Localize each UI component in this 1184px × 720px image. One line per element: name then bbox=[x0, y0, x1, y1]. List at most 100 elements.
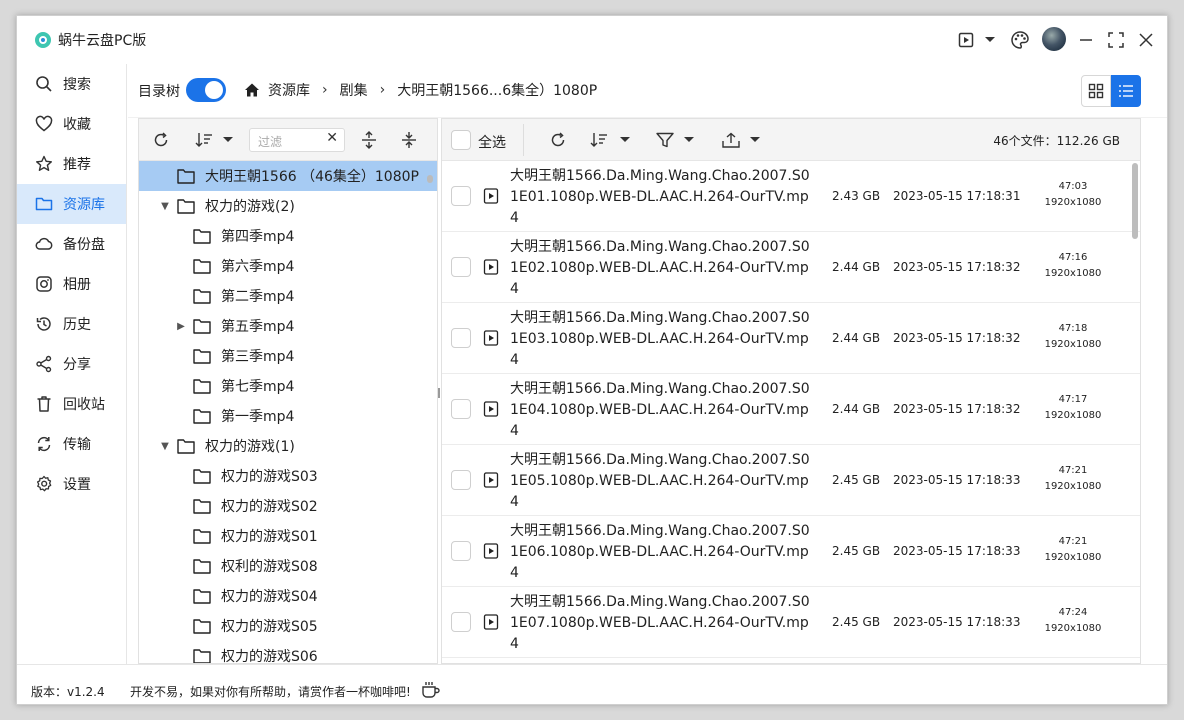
file-row[interactable]: 大明王朝1566.Da.Ming.Wang.Chao.2007.S01E07.1… bbox=[442, 587, 1140, 658]
row-checkbox[interactable] bbox=[451, 399, 471, 419]
palette-icon[interactable] bbox=[1008, 28, 1032, 52]
filter-placeholder: 过滤 bbox=[258, 135, 283, 149]
tree-row[interactable]: 第七季mp4 bbox=[139, 371, 437, 401]
tree-row[interactable]: 权力的游戏S03 bbox=[139, 461, 437, 491]
tree-row[interactable]: 第四季mp4 bbox=[139, 221, 437, 251]
filter-icon[interactable] bbox=[656, 129, 674, 151]
caret-down-icon[interactable]: ▼ bbox=[159, 201, 171, 212]
view-switch bbox=[1081, 75, 1141, 107]
play-window-icon[interactable] bbox=[954, 28, 978, 52]
file-name[interactable]: 大明王朝1566.Da.Ming.Wang.Chao.2007.S01E05.1… bbox=[510, 450, 810, 513]
caret-down-icon[interactable]: ▼ bbox=[159, 441, 171, 452]
tree-scrollbar[interactable] bbox=[427, 175, 433, 183]
row-checkbox[interactable] bbox=[451, 328, 471, 348]
sidebar-item-transfer[interactable]: 传输 bbox=[17, 424, 126, 464]
sidebar-item-history[interactable]: 历史 bbox=[17, 304, 126, 344]
close-icon[interactable] bbox=[1134, 28, 1158, 52]
tree-toggle-switch[interactable] bbox=[186, 78, 226, 102]
chevron-down-icon[interactable] bbox=[750, 129, 760, 151]
breadcrumb-item-library[interactable]: 资源库 bbox=[268, 80, 310, 100]
row-checkbox[interactable] bbox=[451, 186, 471, 206]
app-window: 蜗牛云盘PC版 搜索 收藏 推荐 资源库 备份盘 相册 历史 分享 回收站 传输… bbox=[16, 15, 1168, 705]
expand-all-icon[interactable] bbox=[361, 129, 377, 151]
breadcrumb-item-series[interactable]: 剧集 bbox=[340, 80, 368, 100]
file-name[interactable]: 大明王朝1566.Da.Ming.Wang.Chao.2007.S01E03.1… bbox=[510, 308, 810, 371]
folder-icon bbox=[177, 169, 195, 184]
breadcrumb: 资源库 › 剧集 › 大明王朝1566...6集全）1080P bbox=[244, 80, 597, 100]
tree-row[interactable]: ▶ 第五季mp4 bbox=[139, 311, 437, 341]
tree-row[interactable]: 权力的游戏S02 bbox=[139, 491, 437, 521]
sidebar-item-share[interactable]: 分享 bbox=[17, 344, 126, 384]
file-media-info: 47:03 1920x1080 bbox=[1037, 179, 1109, 211]
chevron-down-icon[interactable] bbox=[620, 129, 630, 151]
home-icon[interactable] bbox=[244, 82, 260, 98]
file-date: 2023-05-15 17:18:33 bbox=[893, 473, 1021, 487]
file-resolution: 1920x1080 bbox=[1044, 552, 1102, 563]
file-list-panel: 全选 46个文件：112.26 GB 大明王朝1566.Da.Ming.Wang… bbox=[441, 118, 1141, 664]
divider bbox=[523, 124, 524, 156]
row-checkbox[interactable] bbox=[451, 612, 471, 632]
row-checkbox[interactable] bbox=[451, 541, 471, 561]
tree-row[interactable]: 第一季mp4 bbox=[139, 401, 437, 431]
grid-view-button[interactable] bbox=[1081, 75, 1111, 107]
file-row[interactable]: 大明王朝1566.Da.Ming.Wang.Chao.2007.S01E04.1… bbox=[442, 374, 1140, 445]
sidebar-item-album[interactable]: 相册 bbox=[17, 264, 126, 304]
select-all-checkbox[interactable] bbox=[451, 130, 471, 150]
sidebar-item-search[interactable]: 搜索 bbox=[17, 64, 126, 104]
sidebar-item-library[interactable]: 资源库 bbox=[17, 184, 126, 224]
sidebar-item-trash[interactable]: 回收站 bbox=[17, 384, 126, 424]
clear-filter-icon[interactable]: ✕ bbox=[326, 130, 338, 146]
refresh-icon[interactable] bbox=[153, 129, 169, 151]
tree-row[interactable]: 第六季mp4 bbox=[139, 251, 437, 281]
tree-row[interactable]: 权力的游戏S01 bbox=[139, 521, 437, 551]
avatar[interactable] bbox=[1042, 27, 1066, 51]
tree-row[interactable]: 权力的游戏S06 bbox=[139, 641, 437, 663]
tree-row[interactable]: 权利的游戏S08 bbox=[139, 551, 437, 581]
refresh-icon[interactable] bbox=[550, 129, 566, 151]
main-area: 目录树 资源库 › 剧集 › 大明王朝1566...6集全）1080P 过滤 ✕… bbox=[128, 64, 1167, 664]
file-row[interactable]: 大明王朝1566.Da.Ming.Wang.Chao.2007.S01E01.1… bbox=[442, 161, 1140, 232]
file-row[interactable]: 大明王朝1566.Da.Ming.Wang.Chao.2007.S01E05.1… bbox=[442, 445, 1140, 516]
list-view-button[interactable] bbox=[1111, 75, 1141, 107]
folder-icon bbox=[193, 619, 211, 634]
minimize-icon[interactable] bbox=[1074, 28, 1098, 52]
sidebar-item-backup[interactable]: 备份盘 bbox=[17, 224, 126, 264]
breadcrumb-item-current[interactable]: 大明王朝1566...6集全）1080P bbox=[397, 80, 597, 100]
file-name[interactable]: 大明王朝1566.Da.Ming.Wang.Chao.2007.S01E06.1… bbox=[510, 521, 810, 584]
coffee-icon[interactable] bbox=[421, 681, 441, 702]
file-name[interactable]: 大明王朝1566.Da.Ming.Wang.Chao.2007.S01E04.1… bbox=[510, 379, 810, 442]
file-row[interactable]: 大明王朝1566.Da.Ming.Wang.Chao.2007.S01E06.1… bbox=[442, 516, 1140, 587]
file-name[interactable]: 大明王朝1566.Da.Ming.Wang.Chao.2007.S01E02.1… bbox=[510, 237, 810, 300]
sort-icon[interactable] bbox=[195, 129, 213, 151]
file-list-scrollbar[interactable] bbox=[1132, 163, 1138, 239]
select-all-label[interactable]: 全选 bbox=[478, 132, 506, 152]
tree-row[interactable]: 大明王朝1566 （46集全）1080P bbox=[139, 161, 437, 191]
tree-filter-input[interactable]: 过滤 ✕ bbox=[249, 128, 345, 152]
chevron-down-icon[interactable] bbox=[684, 129, 694, 151]
file-name[interactable]: 大明王朝1566.Da.Ming.Wang.Chao.2007.S01E01.1… bbox=[510, 166, 810, 229]
file-row[interactable]: 大明王朝1566.Da.Ming.Wang.Chao.2007.S01E02.1… bbox=[442, 232, 1140, 303]
sidebar-item-favorites[interactable]: 收藏 bbox=[17, 104, 126, 144]
row-checkbox[interactable] bbox=[451, 470, 471, 490]
caret-right-icon[interactable]: ▶ bbox=[175, 321, 187, 332]
file-name[interactable]: 大明王朝1566.Da.Ming.Wang.Chao.2007.S01E07.1… bbox=[510, 592, 810, 655]
tree-row[interactable]: 第三季mp4 bbox=[139, 341, 437, 371]
folder-icon bbox=[193, 259, 211, 274]
maximize-icon[interactable] bbox=[1104, 28, 1128, 52]
tree-row[interactable]: ▼ 权力的游戏(2) bbox=[139, 191, 437, 221]
upload-icon[interactable] bbox=[722, 129, 740, 151]
tree-row[interactable]: ▼ 权力的游戏(1) bbox=[139, 431, 437, 461]
tree-row[interactable]: 第二季mp4 bbox=[139, 281, 437, 311]
chevron-down-icon[interactable] bbox=[223, 129, 233, 151]
tree-row[interactable]: 权力的游戏S04 bbox=[139, 581, 437, 611]
gear-icon bbox=[36, 475, 52, 492]
row-checkbox[interactable] bbox=[451, 257, 471, 277]
chevron-down-icon[interactable] bbox=[978, 28, 1002, 52]
tree-row[interactable]: 权力的游戏S05 bbox=[139, 611, 437, 641]
sidebar-item-recommend[interactable]: 推荐 bbox=[17, 144, 126, 184]
tree-toggle-label: 目录树 bbox=[138, 84, 180, 100]
file-row[interactable]: 大明王朝1566.Da.Ming.Wang.Chao.2007.S01E03.1… bbox=[442, 303, 1140, 374]
collapse-all-icon[interactable] bbox=[401, 129, 417, 151]
sort-icon[interactable] bbox=[590, 129, 608, 151]
sidebar-item-settings[interactable]: 设置 bbox=[17, 464, 126, 504]
